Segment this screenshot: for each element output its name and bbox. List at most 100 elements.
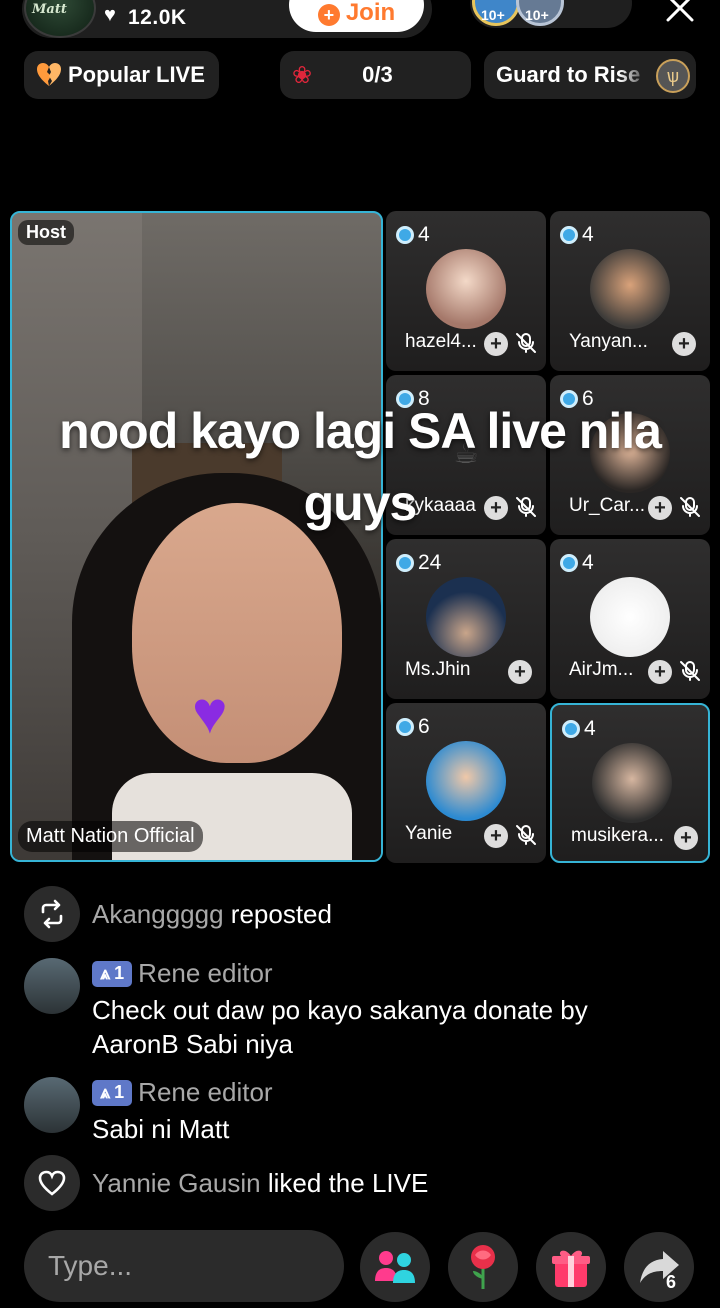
guest-score: 24 <box>418 551 442 574</box>
level-number-1: 1 <box>114 963 125 983</box>
guest-avatar <box>592 743 672 823</box>
popular-live-pill[interactable]: Popular LIVE <box>24 51 219 99</box>
level-badge-1: ⩓ 1 <box>92 960 133 987</box>
diamond-icon <box>562 720 580 738</box>
rose-gift-icon <box>471 1245 495 1289</box>
chat-text-2: Sabi ni Matt <box>92 1114 230 1144</box>
guest-score: 4 <box>418 223 430 246</box>
overlay-caption: nood kayo lagi SA live nila guys <box>59 403 662 531</box>
chat-user-1[interactable]: Rene editor <box>138 958 272 989</box>
mic-muted-icon <box>514 823 540 849</box>
host-logo-icon: Matt <box>32 2 67 17</box>
viewer-rank-badge-1: 10+ <box>481 7 505 23</box>
join-label: Join <box>345 0 396 26</box>
guest-score-badge: 6 <box>396 715 430 739</box>
share-button[interactable]: 6 <box>624 1232 694 1302</box>
broken-heart-icon <box>34 60 64 90</box>
like-text: liked the LIVE <box>267 1167 429 1198</box>
viewer-rank-badge-2: 10+ <box>525 7 549 23</box>
guest-name: Yanyan... <box>569 331 648 352</box>
multi-guest-button[interactable] <box>360 1232 430 1302</box>
rose-gift-button[interactable] <box>448 1232 518 1302</box>
repost-text: reposted <box>230 898 332 929</box>
guest-score-badge: 4 <box>562 717 596 741</box>
guest-score: 4 <box>582 223 594 246</box>
rose-goal-pill[interactable]: ❀ 0/3 <box>280 51 471 99</box>
join-plus-icon: + <box>317 4 340 26</box>
guest-tile[interactable]: 4 Yanyan... + <box>550 211 710 371</box>
chat-avatar-2[interactable] <box>24 1077 80 1133</box>
repost-icon <box>24 886 80 942</box>
chat-avatar-1[interactable] <box>24 958 80 1014</box>
guest-tile[interactable]: 4 musikera... + <box>550 703 710 863</box>
host-role-badge: Host <box>18 220 74 245</box>
like-user[interactable]: Yannie Gausin <box>92 1168 261 1198</box>
chat-message-2: ⩓ 1 Rene editor Sabi ni Matt <box>24 1077 684 1146</box>
guest-avatar <box>590 249 670 329</box>
heart-icon: ♥ <box>104 4 116 26</box>
guest-avatar <box>426 249 506 329</box>
follow-plus-icon[interactable]: + <box>508 660 532 684</box>
follow-plus-icon[interactable]: + <box>484 332 508 356</box>
guest-avatar <box>426 741 506 821</box>
mic-muted-icon <box>514 331 540 357</box>
chat-like-row: Yannie Gausin liked the LIVE <box>24 1155 428 1211</box>
chat-repost-row: Akanggggg reposted <box>24 886 332 942</box>
guest-score-badge: 4 <box>396 223 430 247</box>
join-button[interactable]: + Join <box>289 0 424 32</box>
gift-box-icon <box>552 1250 590 1287</box>
antler-badge-icon: ѱ <box>656 59 690 93</box>
likes-count: 12.0K <box>128 6 187 29</box>
viewer-avatar-2: 10+ <box>516 0 564 26</box>
guest-score-badge: 4 <box>560 223 594 247</box>
diamond-icon <box>396 718 414 736</box>
guest-tile[interactable]: 4 AirJm... + <box>550 539 710 699</box>
host-video-face <box>132 503 342 763</box>
follow-plus-icon[interactable]: + <box>672 332 696 356</box>
guest-score: 4 <box>584 717 596 740</box>
guest-avatar <box>426 577 506 657</box>
people-icon <box>375 1251 415 1283</box>
follow-plus-icon[interactable]: + <box>484 824 508 848</box>
guest-score: 4 <box>582 551 594 574</box>
guest-tile[interactable]: 6 Yanie + <box>386 703 546 863</box>
viewers-pill[interactable]: 10+ 10+ 42 <box>470 0 632 28</box>
guard-to-rise-pill[interactable]: Guard to Rise ѱ <box>484 51 696 99</box>
diamond-icon <box>396 554 414 572</box>
level-arrow-icon: ⩓ <box>100 963 111 983</box>
follow-plus-icon[interactable]: + <box>674 826 698 850</box>
rose-icon: ❀ <box>292 61 313 89</box>
close-icon[interactable] <box>664 0 696 24</box>
viewer-avatar-1: 10+ <box>472 0 520 26</box>
guard-label: Guard to Rise <box>496 62 641 87</box>
chat-user-2[interactable]: Rene editor <box>138 1077 272 1108</box>
popular-live-label: Popular LIVE <box>68 62 205 87</box>
rose-progress: 0/3 <box>362 62 393 87</box>
level-badge-2: ⩓ 1 <box>92 1079 133 1106</box>
top-bar: Matt ♥ 12.0K + Join 10+ 10+ 42 <box>0 0 720 42</box>
comment-placeholder: Type... <box>48 1250 133 1281</box>
host-name-label: Matt Nation Official <box>18 821 203 852</box>
share-count: 6 <box>666 1272 677 1292</box>
guest-tile[interactable]: 24 Ms.Jhin + <box>386 539 546 699</box>
level-number-2: 1 <box>114 1082 125 1102</box>
guest-score-badge: 24 <box>396 551 441 575</box>
chat-message-1: ⩓ 1 Rene editor Check out daw po kayo sak… <box>24 958 684 1061</box>
guest-name: Yanie <box>405 823 453 844</box>
repost-user[interactable]: Akanggggg <box>92 899 224 929</box>
guest-score-badge: 4 <box>560 551 594 575</box>
guest-name: musikera... <box>571 825 664 846</box>
follow-plus-icon[interactable]: + <box>648 660 672 684</box>
guest-avatar <box>590 577 670 657</box>
gift-button[interactable] <box>536 1232 606 1302</box>
chat-text-1: Check out daw po kayo sakanya donate by … <box>92 995 588 1059</box>
diamond-icon <box>396 226 414 244</box>
guest-name: Ms.Jhin <box>405 659 471 680</box>
comment-input[interactable]: Type... <box>24 1230 344 1302</box>
mic-muted-icon <box>678 659 704 685</box>
guest-tile[interactable]: 4 hazel4... + <box>386 211 546 371</box>
guest-name: hazel4... <box>405 331 477 352</box>
guest-name: AirJm... <box>569 659 634 680</box>
diamond-icon <box>560 226 578 244</box>
guest-score: 6 <box>418 715 430 738</box>
